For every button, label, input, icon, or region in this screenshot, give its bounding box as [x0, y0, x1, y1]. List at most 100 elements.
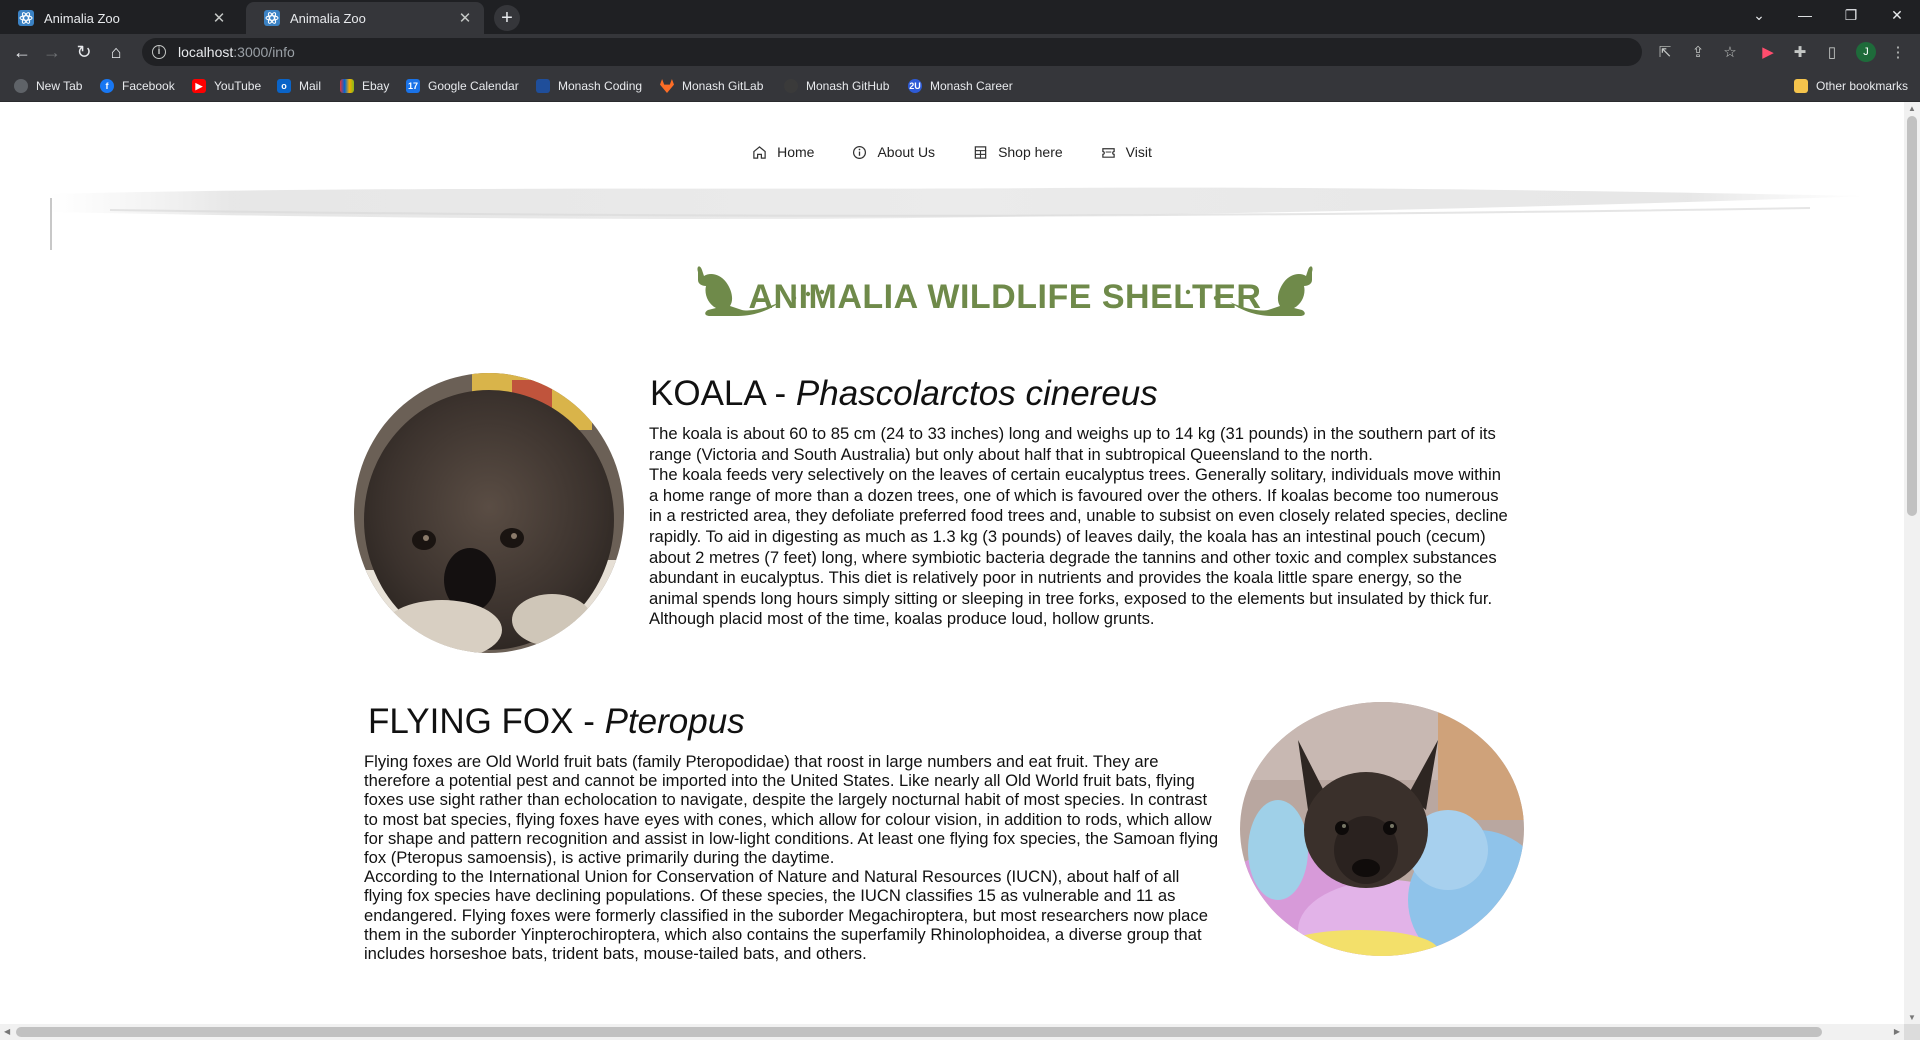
open-in-app-icon[interactable]: ⇱ [1655, 42, 1675, 62]
share-icon[interactable]: ⇪ [1688, 42, 1708, 62]
extension-icon[interactable]: ▶ [1758, 42, 1778, 62]
new-tab-button[interactable]: + [494, 5, 520, 31]
calendar-icon: 17 [406, 79, 420, 93]
outlook-icon: o [277, 79, 291, 93]
bookmark-label: New Tab [36, 79, 83, 93]
nav-visit-label: Visit [1125, 144, 1152, 160]
url-host: localhost [178, 44, 234, 60]
forward-icon[interactable]: → [40, 40, 64, 64]
menu-kebab-icon[interactable]: ⋮ [1888, 42, 1908, 62]
nav-home[interactable]: Home [752, 144, 814, 160]
nav-visit[interactable]: Visit [1101, 144, 1152, 160]
close-tab-icon[interactable]: ✕ [456, 9, 474, 27]
scroll-up-icon[interactable]: ▲ [1908, 104, 1916, 113]
window-controls: ⌄ — ❐ ✕ [1736, 0, 1920, 30]
browser-tab-active[interactable]: Animalia Zoo ✕ [246, 2, 484, 34]
scroll-left-icon[interactable]: ◀ [4, 1027, 10, 1036]
tab-strip: Animalia Zoo ✕ Animalia Zoo ✕ + ⌄ — ❐ ✕ [0, 0, 1920, 34]
minimize-icon[interactable]: — [1782, 0, 1828, 30]
restore-icon[interactable]: ❐ [1828, 0, 1874, 30]
url-path: :3000/info [233, 44, 295, 60]
bookmark-monash-career[interactable]: 2U Monash Career [908, 77, 1013, 95]
react-favicon-icon [18, 10, 34, 26]
vertical-scroll-thumb[interactable] [1907, 116, 1917, 516]
bookmark-label: Ebay [362, 79, 390, 93]
banner-title: ANIMALIA WILDLIFE SHELTER [748, 278, 1261, 316]
bookmark-label: Facebook [122, 79, 175, 93]
github-icon [784, 79, 798, 93]
shop-icon [974, 145, 987, 159]
flying-fox-description: Flying foxes are Old World fruit bats (f… [364, 752, 1222, 963]
brush-stroke-divider [50, 187, 1870, 219]
koala-description: The koala is about 60 to 85 cm (24 to 33… [649, 424, 1509, 630]
bookmark-ebay[interactable]: Ebay [340, 77, 389, 95]
side-panel-icon[interactable]: ▯ [1822, 42, 1842, 62]
nav-shop[interactable]: Shop here [973, 144, 1063, 160]
globe-icon [14, 79, 28, 93]
site-info-icon[interactable]: i [152, 45, 166, 59]
nav-shop-label: Shop here [998, 144, 1063, 160]
react-favicon-icon [264, 10, 280, 26]
profile-avatar[interactable]: J [1856, 42, 1876, 62]
home-icon[interactable]: ⌂ [104, 40, 128, 64]
flying-fox-photo [1240, 702, 1524, 956]
horizontal-scroll-thumb[interactable] [16, 1027, 1822, 1037]
vertical-scrollbar[interactable]: ▲ ▼ [1904, 102, 1920, 1024]
monash-icon [536, 79, 550, 93]
site-nav: Home About Us Shop here Visit [0, 144, 1904, 160]
other-bookmarks[interactable]: Other bookmarks [1794, 77, 1908, 95]
close-tab-icon[interactable]: ✕ [210, 9, 228, 27]
description-paragraph: The koala feeds very selectively on the … [649, 465, 1508, 629]
monash-career-icon: 2U [908, 79, 922, 93]
address-bar[interactable]: i localhost :3000/info [142, 38, 1642, 66]
gitlab-icon [660, 79, 674, 93]
bookmarks-bar: New Tab f Facebook ▶ YouTube o Mail Ebay… [0, 70, 1920, 102]
info-icon [853, 145, 867, 159]
tab-title: Animalia Zoo [44, 10, 120, 26]
title-separator: - [764, 374, 796, 413]
youtube-icon: ▶ [192, 79, 206, 93]
nav-home-label: Home [777, 144, 815, 160]
bookmark-label: Monash GitHub [806, 79, 890, 93]
nav-about[interactable]: About Us [852, 144, 935, 160]
bookmark-monash-github[interactable]: Monash GitHub [784, 77, 889, 95]
bookmark-star-icon[interactable]: ☆ [1720, 42, 1740, 62]
home-icon [753, 145, 766, 159]
bookmark-label: YouTube [214, 79, 262, 93]
scrollbar-corner [1904, 1024, 1920, 1040]
browser-toolbar: ← → ↻ ⌂ i localhost :3000/info ⇱ ⇪ ☆ ▶ ✚… [0, 34, 1920, 70]
bookmark-label: Google Calendar [428, 79, 519, 93]
close-window-icon[interactable]: ✕ [1874, 0, 1920, 30]
extensions-puzzle-icon[interactable]: ✚ [1790, 42, 1810, 62]
scroll-down-icon[interactable]: ▼ [1908, 1013, 1916, 1022]
bookmark-youtube[interactable]: ▶ YouTube [192, 77, 261, 95]
description-paragraph: According to the International Union for… [364, 867, 1208, 964]
flying-fox-title: FLYING FOX - Pteropus [368, 702, 745, 742]
bookmark-label: Other bookmarks [1816, 79, 1909, 93]
nav-about-label: About Us [877, 144, 936, 160]
shelter-banner: ANIMALIA WILDLIFE SHELTER [697, 266, 1313, 316]
ticket-icon [1101, 147, 1115, 158]
bookmark-new-tab[interactable]: New Tab [14, 77, 82, 95]
reload-icon[interactable]: ↻ [72, 40, 96, 64]
scroll-right-icon[interactable]: ▶ [1894, 1027, 1900, 1036]
horizontal-scrollbar[interactable]: ◀ ▶ [0, 1024, 1904, 1040]
bookmark-label: Monash Coding [558, 79, 643, 93]
koala-photo [354, 373, 624, 653]
back-icon[interactable]: ← [10, 40, 34, 64]
bookmark-monash-gitlab[interactable]: Monash GitLab [660, 77, 763, 95]
animal-common-name: KOALA [650, 374, 765, 413]
animal-common-name: FLYING FOX [368, 702, 574, 741]
browser-tab[interactable]: Animalia Zoo ✕ [0, 2, 238, 34]
bookmark-google-calendar[interactable]: 17 Google Calendar [406, 77, 519, 95]
bookmark-facebook[interactable]: f Facebook [100, 77, 175, 95]
description-paragraph: Flying foxes are Old World fruit bats (f… [364, 752, 1219, 868]
bookmark-monash-coding[interactable]: Monash Coding [536, 77, 642, 95]
page-viewport: Home About Us Shop here Visit ANIMALIA W… [0, 102, 1904, 1024]
bookmark-label: Monash GitLab [682, 79, 764, 93]
animal-scientific-name: Pteropus [604, 702, 745, 741]
tab-search-icon[interactable]: ⌄ [1736, 0, 1782, 30]
title-separator: - [573, 702, 605, 741]
bookmark-mail[interactable]: o Mail [277, 77, 321, 95]
bookmark-label: Monash Career [930, 79, 1013, 93]
